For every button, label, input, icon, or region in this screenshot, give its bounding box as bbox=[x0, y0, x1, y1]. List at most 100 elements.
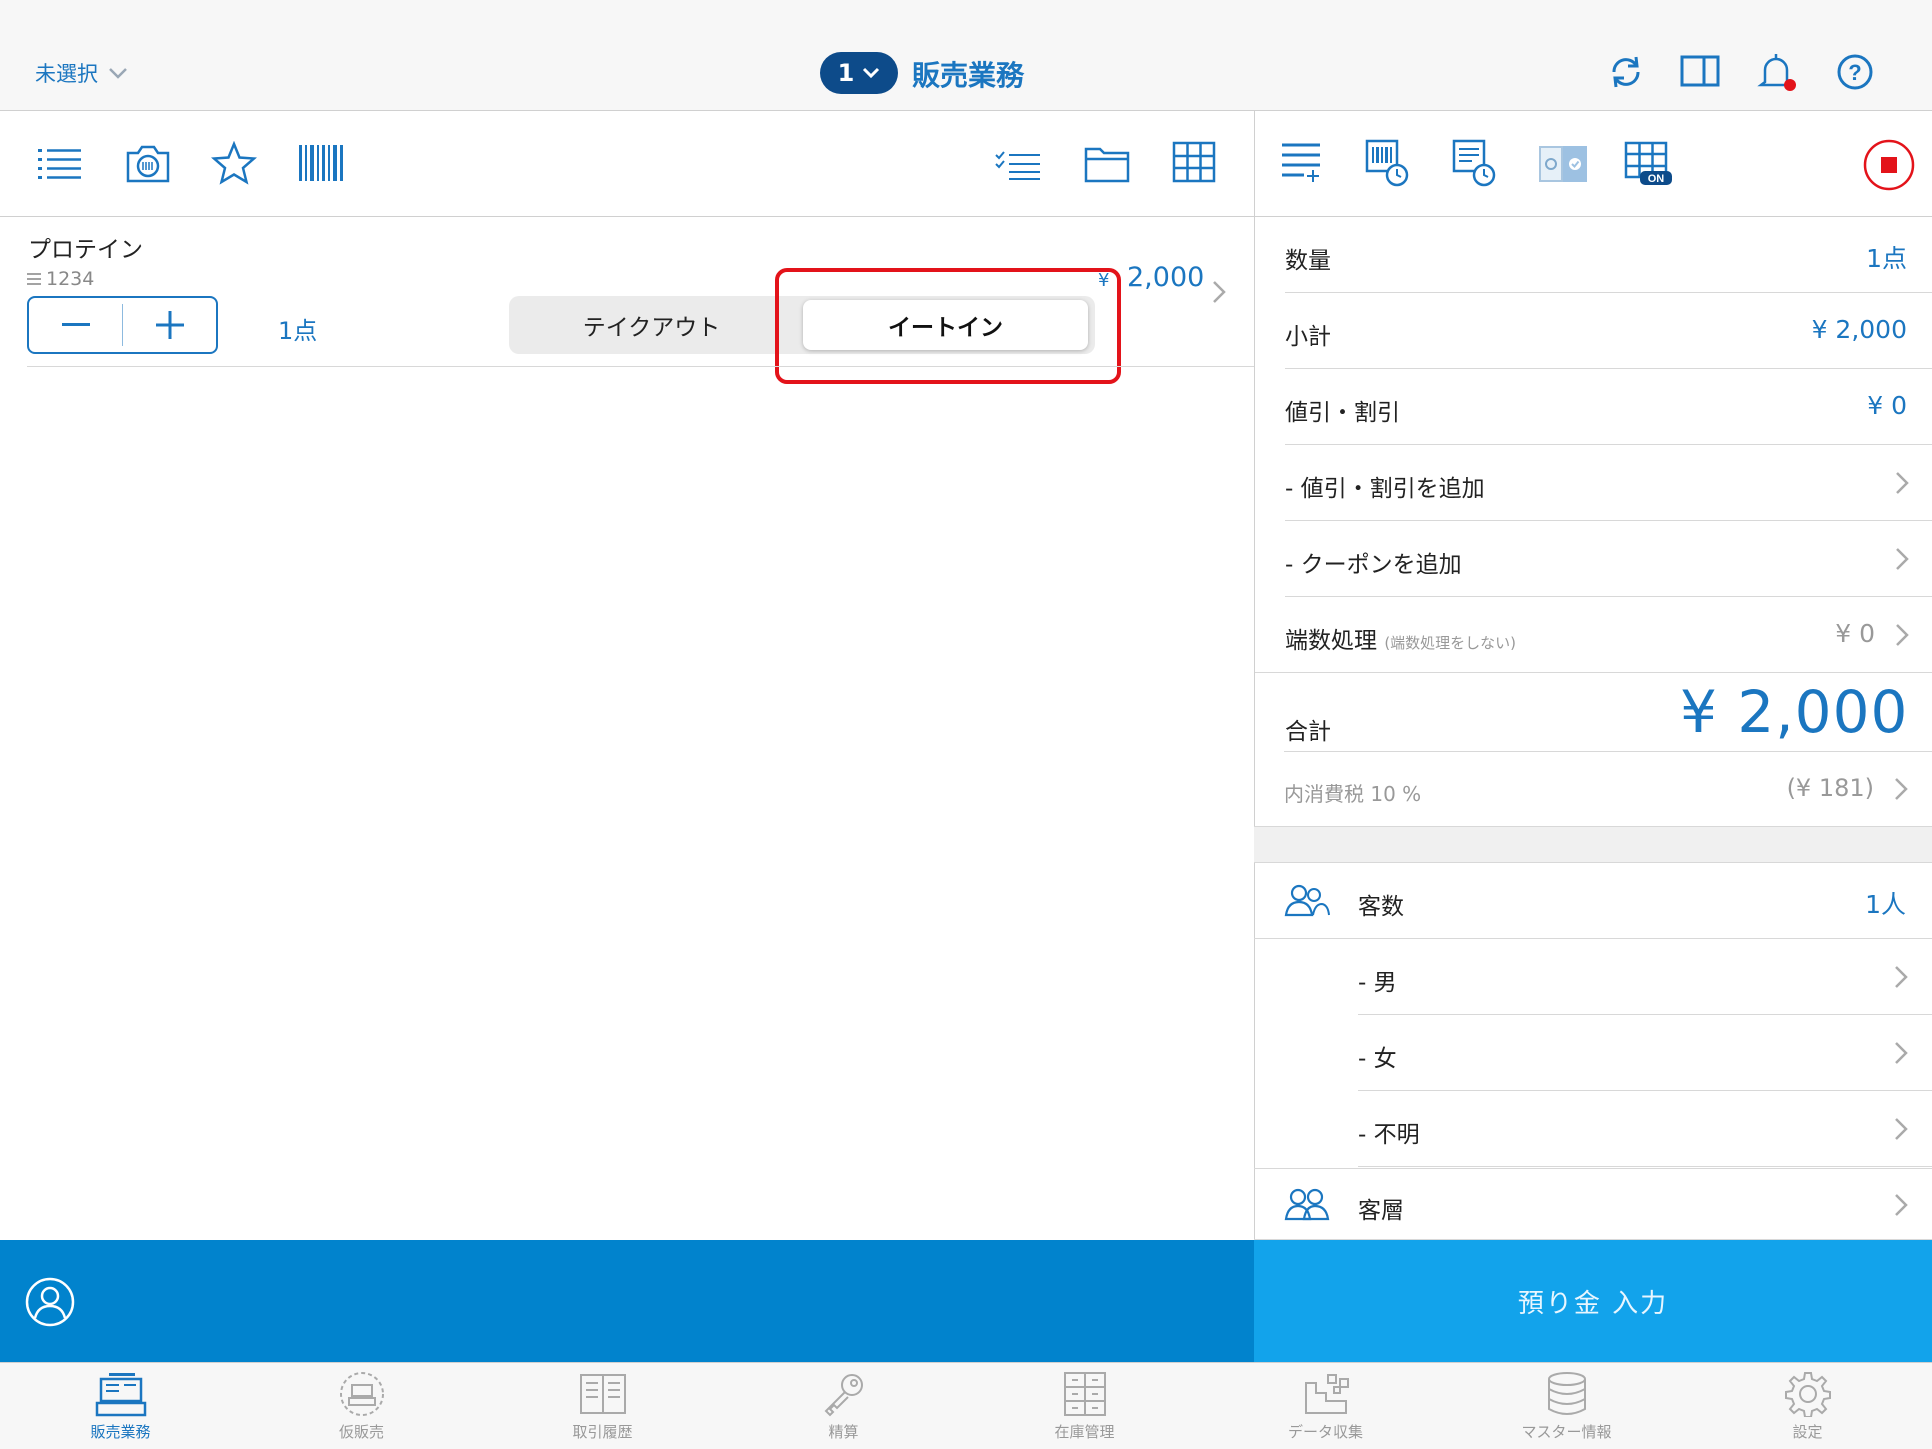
tab-sales[interactable]: 販売業務 bbox=[0, 1371, 241, 1442]
tax-value: (¥ 181) bbox=[1786, 774, 1874, 802]
deposit-input-button[interactable]: 預り金 入力 bbox=[1254, 1240, 1932, 1362]
tab-bar: 販売業務 仮販売 取引履歴 精算 在庫管理 データ収集 マスター情報 設定 bbox=[0, 1362, 1932, 1449]
customer-bar bbox=[0, 1240, 1254, 1362]
plus-icon bbox=[155, 311, 184, 339]
chevron-right-icon bbox=[1895, 1042, 1908, 1064]
help-icon[interactable]: ? bbox=[1835, 52, 1875, 92]
register-number: 1 bbox=[837, 59, 855, 87]
item-quantity: 1点 bbox=[278, 317, 318, 345]
register-selector[interactable]: 1 bbox=[820, 52, 898, 94]
tab-label: 販売業務 bbox=[90, 1423, 151, 1441]
store-select-label: 未選択 bbox=[35, 62, 98, 86]
transaction-toolbar: ON bbox=[1254, 111, 1932, 217]
customer-count-row[interactable]: 客数 1人 bbox=[1254, 863, 1932, 939]
total-value: ¥ 2,000 bbox=[1680, 678, 1909, 746]
barcode-icon[interactable] bbox=[299, 145, 345, 181]
tab-label: 取引履歴 bbox=[572, 1423, 633, 1441]
quantity-label: 数量 bbox=[1285, 248, 1331, 274]
gear-icon bbox=[1784, 1372, 1831, 1417]
rounding-row[interactable]: 端数処理 (端数処理をしない) ¥ 0 bbox=[1255, 597, 1932, 673]
toggle-card-icon[interactable] bbox=[1538, 145, 1588, 183]
customer-segment-row[interactable]: 客層 bbox=[1254, 1168, 1932, 1240]
unknown-label: - 不明 bbox=[1358, 1122, 1420, 1148]
temp-sale-icon bbox=[339, 1372, 384, 1416]
item-divider bbox=[27, 366, 1254, 367]
add-coupon-label: - クーポンを追加 bbox=[1285, 552, 1462, 578]
customer-count-value: 1人 bbox=[1865, 890, 1906, 919]
subtotal-label: 小計 bbox=[1285, 324, 1331, 350]
chevron-right-icon bbox=[1895, 966, 1908, 988]
customer-icon[interactable] bbox=[24, 1276, 76, 1328]
people-icon bbox=[1284, 1188, 1330, 1221]
tab-settings[interactable]: 設定 bbox=[1687, 1371, 1928, 1442]
receipt-history-icon[interactable] bbox=[1452, 139, 1498, 187]
barcode-history-icon[interactable] bbox=[1365, 139, 1411, 187]
chevron-down-icon bbox=[863, 67, 880, 79]
grid-icon[interactable] bbox=[1172, 141, 1216, 183]
bell-icon[interactable] bbox=[1757, 50, 1797, 94]
camera-icon[interactable] bbox=[124, 141, 172, 185]
customer-count-label: 客数 bbox=[1358, 894, 1404, 920]
split-view-icon[interactable] bbox=[1680, 55, 1720, 87]
tab-temp-sale[interactable]: 仮販売 bbox=[241, 1371, 482, 1442]
rounding-label: 端数処理 (端数処理をしない) bbox=[1285, 621, 1516, 655]
rounding-note: (端数処理をしない) bbox=[1384, 634, 1517, 652]
page-title: 販売業務 bbox=[912, 59, 1025, 92]
takeout-option[interactable]: テイクアウト bbox=[509, 296, 794, 354]
tab-data-collection[interactable]: データ収集 bbox=[1205, 1371, 1446, 1442]
add-line-icon[interactable] bbox=[1280, 141, 1322, 183]
add-coupon-row[interactable]: - クーポンを追加 bbox=[1285, 521, 1932, 597]
people-icon bbox=[1284, 884, 1330, 917]
stop-record-icon[interactable] bbox=[1863, 139, 1915, 191]
chevron-right-icon bbox=[1896, 548, 1909, 570]
tab-label: 仮販売 bbox=[338, 1423, 384, 1441]
discount-row: 値引・割引 ¥ 0 bbox=[1285, 369, 1932, 445]
key-icon bbox=[824, 1374, 863, 1417]
item-price[interactable]: 2,000 bbox=[1127, 262, 1204, 293]
male-row[interactable]: - 男 bbox=[1358, 939, 1932, 1015]
section-spacer bbox=[1254, 826, 1932, 863]
grid-on-icon[interactable]: ON bbox=[1624, 141, 1674, 187]
rounding-value: ¥ 0 bbox=[1835, 619, 1875, 648]
chevron-right-icon bbox=[1896, 624, 1909, 646]
discount-value: ¥ 0 bbox=[1867, 391, 1907, 420]
tab-history[interactable]: 取引履歴 bbox=[482, 1371, 723, 1442]
checklist-icon[interactable] bbox=[995, 151, 1041, 181]
product-toolbar bbox=[0, 111, 1254, 217]
store-select[interactable]: 未選択 bbox=[35, 58, 128, 88]
svg-text:ON: ON bbox=[1648, 173, 1665, 185]
add-discount-row[interactable]: - 値引・割引を追加 bbox=[1285, 445, 1932, 521]
unknown-row[interactable]: - 不明 bbox=[1358, 1091, 1932, 1167]
subtotal-row: 小計 ¥ 2,000 bbox=[1285, 293, 1932, 369]
chevron-right-icon bbox=[1895, 778, 1908, 800]
data-collection-icon bbox=[1304, 1374, 1349, 1414]
add-discount-label: - 値引・割引を追加 bbox=[1285, 476, 1485, 502]
chevron-right-icon[interactable] bbox=[1212, 280, 1226, 304]
star-icon[interactable] bbox=[211, 141, 257, 185]
tab-settlement[interactable]: 精算 bbox=[723, 1371, 964, 1442]
sync-icon[interactable] bbox=[1606, 52, 1646, 92]
history-icon bbox=[579, 1374, 626, 1414]
database-icon bbox=[1547, 1372, 1586, 1415]
top-header: 未選択 1 販売業務 ? bbox=[0, 0, 1932, 111]
male-label: - 男 bbox=[1358, 970, 1397, 996]
female-label: - 女 bbox=[1358, 1046, 1397, 1072]
tab-label: 設定 bbox=[1792, 1423, 1823, 1441]
code-icon bbox=[27, 273, 41, 285]
tab-master[interactable]: マスター情報 bbox=[1446, 1371, 1687, 1442]
increment-button[interactable] bbox=[123, 298, 216, 352]
tax-row[interactable]: 内消費税 10 % (¥ 181) bbox=[1284, 751, 1932, 825]
chevron-right-icon bbox=[1895, 1194, 1908, 1216]
item-name[interactable]: プロテイン bbox=[28, 230, 143, 264]
list-icon[interactable] bbox=[38, 147, 82, 181]
decrement-button[interactable] bbox=[29, 298, 122, 352]
tab-label: 在庫管理 bbox=[1054, 1423, 1115, 1441]
folder-icon[interactable] bbox=[1084, 143, 1130, 183]
tab-inventory[interactable]: 在庫管理 bbox=[964, 1371, 1205, 1442]
minus-icon bbox=[61, 323, 90, 326]
female-row[interactable]: - 女 bbox=[1358, 1015, 1932, 1091]
item-code-value: 1234 bbox=[46, 268, 95, 290]
quantity-stepper bbox=[27, 296, 218, 354]
inventory-icon bbox=[1063, 1372, 1106, 1416]
svg-text:?: ? bbox=[1848, 60, 1861, 85]
